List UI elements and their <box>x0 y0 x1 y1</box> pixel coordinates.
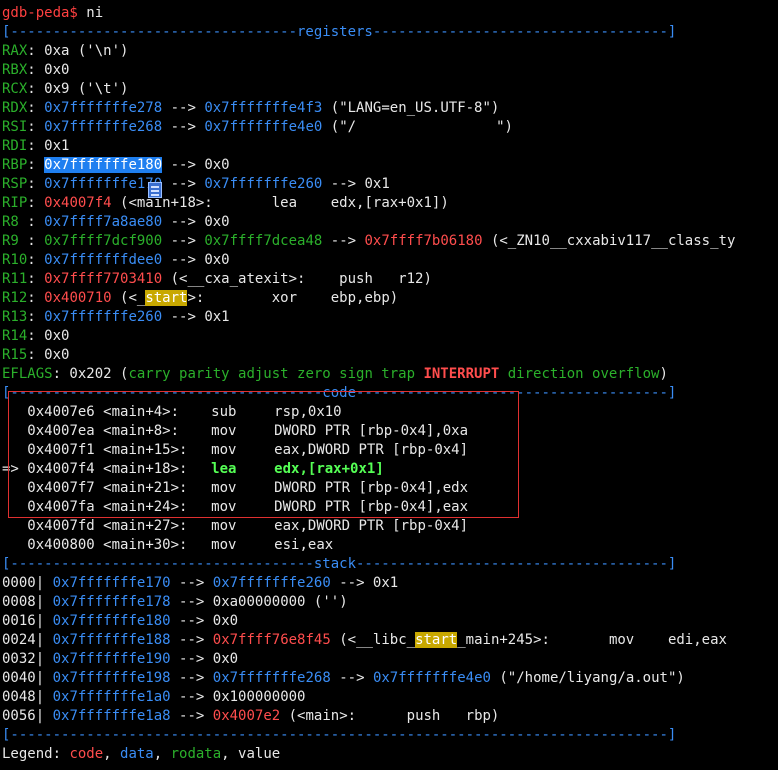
end-separator: [---------------------------------------… <box>2 727 677 743</box>
gdb-prompt-line: gdb-peda$ ni <box>2 4 103 23</box>
stack-row: 0024| 0x7fffffffe188 --> 0x7ffff76e8f45 … <box>2 632 727 648</box>
register-r11: R11: 0x7ffff7703410 (<__cxa_atexit>: pus… <box>2 271 432 287</box>
register-r8: R8 : 0x7ffff7a8ae80 --> 0x0 <box>2 214 230 230</box>
gdb-command: ni <box>77 5 104 21</box>
search-match: start <box>145 290 188 306</box>
stack-row: 0008| 0x7fffffffe178 --> 0xa00000000 (''… <box>2 594 348 610</box>
register-rip: RIP: 0x4007f4 (<main+18>: lea edx,[rax+0… <box>2 195 449 211</box>
code-line: 0x400800 <main+30>: mov esi,eax <box>27 537 334 553</box>
register-rbp: RBP: 0x7fffffffe180 --> 0x0 <box>2 157 230 173</box>
stack-row: 0040| 0x7fffffffe198 --> 0x7fffffffe268 … <box>2 670 685 686</box>
annotation-box <box>8 391 519 518</box>
stack-row: 0056| 0x7fffffffe1a8 --> 0x4007e2 (<main… <box>2 708 500 724</box>
register-r15: R15: 0x0 <box>2 347 70 363</box>
register-r12: R12: 0x400710 (<_start>: xor ebp,ebp) <box>2 290 399 306</box>
register-rsp: RSP: 0x7fffffffe170 --> 0x7fffffffe260 -… <box>2 176 390 192</box>
register-r13: R13: 0x7fffffffe260 --> 0x1 <box>2 309 230 325</box>
stack-row: 0000| 0x7fffffffe170 --> 0x7fffffffe260 … <box>2 575 399 591</box>
register-rax: RAX: 0xa ('\n') <box>2 43 129 59</box>
stack-header: [------------------------------------sta… <box>2 556 677 572</box>
register-rcx: RCX: 0x9 ('\t') <box>2 81 129 97</box>
register-eflags: EFLAGS: 0x202 (carry parity adjust zero … <box>2 366 668 382</box>
mouse-cursor-icon <box>148 182 162 198</box>
register-rbx: RBX: 0x0 <box>2 62 70 78</box>
terminal-window[interactable]: gdb-peda$ ni [--------------------------… <box>0 0 778 770</box>
stack-row: 0048| 0x7fffffffe1a0 --> 0x100000000 <box>2 689 306 705</box>
register-r10: R10: 0x7fffffffdee0 --> 0x0 <box>2 252 230 268</box>
search-match: start <box>415 632 458 648</box>
registers-header: [----------------------------------regis… <box>2 24 677 40</box>
legend: Legend: code, data, rodata, value <box>2 746 281 762</box>
register-r14: R14: 0x0 <box>2 328 70 344</box>
register-rsi: RSI: 0x7fffffffe268 --> 0x7fffffffe4e0 (… <box>2 119 513 135</box>
register-r9: R9 : 0x7ffff7dcf900 --> 0x7ffff7dcea48 -… <box>2 233 736 249</box>
register-rdi: RDI: 0x1 <box>2 138 70 154</box>
stack-row: 0016| 0x7fffffffe180 --> 0x0 <box>2 613 239 629</box>
selected-address[interactable]: 0x7fffffffe180 <box>44 157 163 173</box>
register-rdx: RDX: 0x7fffffffe278 --> 0x7fffffffe4f3 (… <box>2 100 500 116</box>
redacted-region <box>356 121 497 133</box>
stack-row: 0032| 0x7fffffffe190 --> 0x0 <box>2 651 239 667</box>
code-line: 0x4007fd <main+27>: mov eax,DWORD PTR [rbp… <box>27 518 469 534</box>
gdb-prompt: gdb-peda$ <box>2 5 78 21</box>
